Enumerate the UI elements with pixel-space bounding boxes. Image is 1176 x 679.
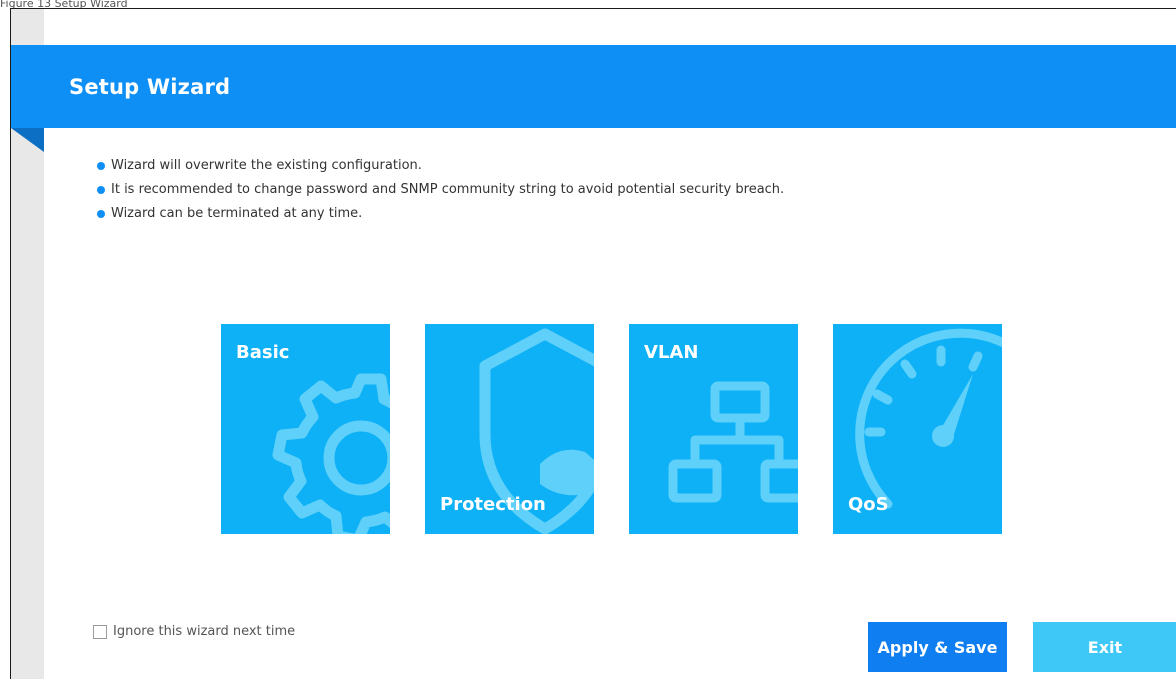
ignore-wizard-label: Ignore this wizard next time: [113, 624, 296, 639]
note-item: Wizard will overwrite the existing confi…: [97, 156, 784, 180]
tile-label: Protection: [440, 494, 546, 515]
setup-wizard-panel: Setup Wizard Wizard will overwrite the e…: [10, 8, 1176, 679]
apply-save-button[interactable]: Apply & Save: [868, 622, 1007, 672]
tile-basic[interactable]: Basic: [221, 324, 390, 534]
tile-label: QoS: [848, 494, 889, 515]
tile-qos[interactable]: QoS: [833, 324, 1002, 534]
header-fold-decoration: [11, 128, 44, 152]
exit-button[interactable]: Exit: [1033, 622, 1176, 672]
note-item: It is recommended to change password and…: [97, 180, 784, 204]
tile-label: VLAN: [644, 342, 699, 363]
tile-protection[interactable]: Protection: [425, 324, 594, 534]
wizard-notes: Wizard will overwrite the existing confi…: [97, 156, 784, 228]
tile-vlan[interactable]: VLAN: [629, 324, 798, 534]
tile-label: Basic: [236, 342, 290, 363]
ignore-wizard-checkbox[interactable]: [93, 624, 107, 639]
page-title: Setup Wizard: [69, 75, 231, 99]
header-bar: Setup Wizard: [11, 45, 1176, 128]
figure-caption: Figure 13 Setup Wizard: [0, 0, 128, 8]
ignore-wizard-option[interactable]: Ignore this wizard next time: [93, 624, 295, 639]
note-item: Wizard can be terminated at any time.: [97, 204, 784, 228]
